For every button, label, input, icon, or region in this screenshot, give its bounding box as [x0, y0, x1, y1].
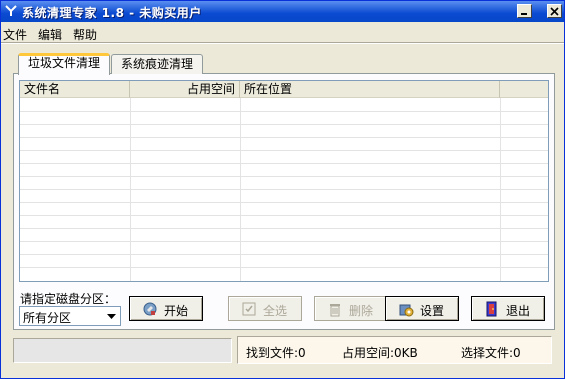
title-bar[interactable]: 系统清理专家 1.8 - 未购买用户 [1, 1, 564, 22]
settings-button[interactable]: 设置 [385, 296, 459, 321]
trash-icon [327, 301, 343, 317]
app-icon [5, 5, 17, 17]
select-all-button[interactable]: 全选 [228, 296, 302, 321]
grid-line [20, 150, 548, 151]
select-all-icon [241, 301, 257, 317]
exit-door-icon [484, 301, 500, 317]
start-button-label: 开始 [164, 304, 189, 318]
drive-label: 请指定磁盘分区： [20, 292, 117, 306]
menu-file[interactable]: 文件 [3, 26, 27, 43]
exit-button-label: 退出 [506, 304, 531, 318]
status-selected-files: 选择文件:0 [461, 346, 521, 360]
grid-line [20, 241, 548, 242]
drive-select[interactable]: 所有分区 [19, 306, 121, 326]
grid-line [20, 215, 548, 216]
column-used-space[interactable]: 占用空间 [130, 81, 240, 98]
menu-separator [1, 42, 564, 44]
status-panel: 找到文件:0 占用空间:0KB 选择文件:0 [237, 336, 552, 364]
delete-button[interactable]: 删除 [314, 296, 388, 321]
start-icon [142, 301, 158, 317]
settings-icon [398, 301, 414, 317]
settings-button-label: 设置 [420, 304, 445, 318]
app-window: 系统清理专家 1.8 - 未购买用户 文件 编辑 帮助 垃圾文件清理 系统痕迹清… [0, 0, 565, 379]
close-button[interactable] [547, 4, 562, 18]
minimize-icon [521, 13, 527, 15]
drive-select-value: 所有分区 [23, 311, 72, 325]
column-location[interactable]: 所在位置 [240, 81, 500, 98]
minimize-button[interactable] [517, 4, 532, 18]
tab-system-traces[interactable]: 系统痕迹清理 [111, 54, 203, 74]
grid-line [20, 189, 548, 190]
menu-bar: 文件 编辑 帮助 [1, 23, 564, 42]
grid-line [20, 137, 548, 138]
file-list[interactable]: 文件名 占用空间 所在位置 [19, 80, 549, 282]
grid-line [20, 202, 548, 203]
status-used-space: 占用空间:0KB [342, 346, 418, 360]
start-button[interactable]: 开始 [129, 296, 203, 321]
column-file-name[interactable]: 文件名 [20, 81, 130, 98]
grid-line [20, 176, 548, 177]
grid-line [20, 124, 548, 125]
tab-junk-files[interactable]: 垃圾文件清理 [18, 53, 110, 75]
menu-edit[interactable]: 编辑 [38, 26, 62, 43]
grid-line [20, 163, 548, 164]
menu-help[interactable]: 帮助 [73, 26, 97, 43]
delete-button-label: 删除 [349, 304, 374, 318]
window-title: 系统清理专家 1.8 - 未购买用户 [22, 6, 202, 20]
chevron-down-icon [107, 314, 116, 319]
column-extra[interactable] [500, 81, 548, 98]
grid-line [20, 254, 548, 255]
list-header: 文件名 占用空间 所在位置 [20, 81, 548, 98]
dropdown-arrow[interactable] [103, 307, 120, 325]
status-found-files: 找到文件:0 [246, 346, 306, 360]
status-progress-panel [13, 338, 232, 363]
close-icon [550, 7, 559, 16]
grid-line [20, 111, 548, 112]
exit-button[interactable]: 退出 [471, 296, 545, 321]
grid-line [20, 267, 548, 268]
select-all-button-label: 全选 [263, 304, 288, 318]
grid-line [20, 228, 548, 229]
